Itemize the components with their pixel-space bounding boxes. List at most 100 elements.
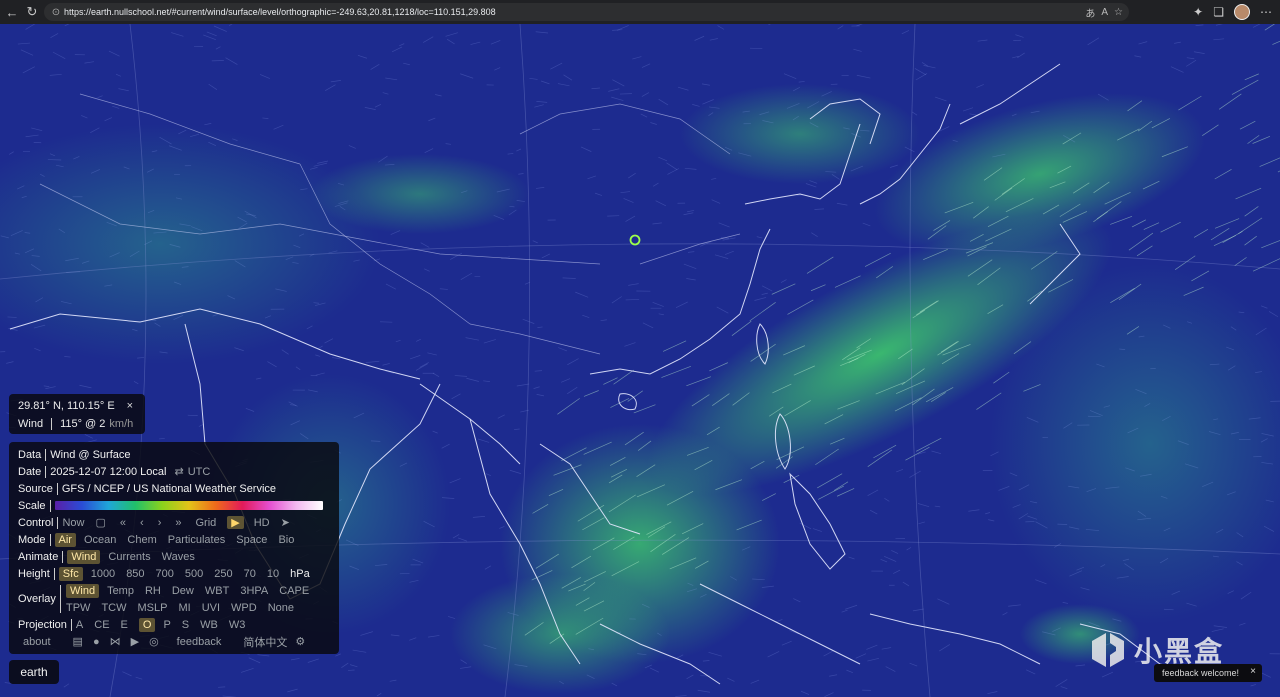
height-option-70[interactable]: 70 (244, 568, 256, 580)
url-text[interactable]: https://earth.nullschool.net/#current/wi… (64, 7, 496, 17)
overlay-option-uvi[interactable]: UVI (202, 602, 220, 614)
toggle-utc-icon[interactable]: ⇄ (174, 465, 183, 478)
overlay-option-3hpa[interactable]: 3HPA (240, 585, 268, 597)
earth-menu-button[interactable]: earth (9, 660, 59, 684)
control-label: Control (18, 516, 54, 529)
grid-button[interactable]: Grid (195, 517, 216, 529)
date-label: Date (18, 465, 42, 478)
overlay-option-tpw[interactable]: TPW (66, 602, 90, 614)
overlay-option-none[interactable]: None (268, 602, 294, 614)
divider (49, 499, 51, 512)
mode-label: Mode (18, 533, 46, 546)
mode-option-bio[interactable]: Bio (278, 534, 294, 546)
divider (45, 448, 47, 461)
projection-option-o[interactable]: O (138, 617, 156, 632)
divider (62, 550, 64, 563)
feedback-toast[interactable]: feedback welcome! × (1154, 664, 1262, 682)
projection-label: Projection (18, 618, 67, 631)
divider (59, 584, 61, 613)
height-option-250[interactable]: 250 (214, 568, 232, 580)
feedback-toast-text[interactable]: feedback welcome! (1162, 668, 1239, 678)
hd-button[interactable]: HD (254, 517, 270, 529)
collections-icon[interactable]: ❏ (1213, 5, 1224, 19)
divider (56, 482, 58, 495)
projection-option-e[interactable]: E (121, 619, 128, 631)
back-step-icon[interactable]: ‹ (140, 517, 144, 529)
mode-option-space[interactable]: Space (236, 534, 267, 546)
facebook-icon[interactable]: ● (93, 636, 100, 648)
projection-option-w3[interactable]: W3 (229, 619, 246, 631)
overlay-option-mi[interactable]: MI (178, 602, 190, 614)
browser-toolbar: ← ↻ ⊙ https://earth.nullschool.net/#curr… (0, 0, 1280, 24)
bluesky-icon[interactable]: ⋈ (110, 635, 121, 648)
mode-option-chem[interactable]: Chem (127, 534, 156, 546)
close-location-icon[interactable]: × (127, 400, 133, 412)
news-icon[interactable]: ▤ (73, 635, 83, 648)
projection-option-p[interactable]: P (163, 619, 170, 631)
language-link[interactable]: 简体中文 (243, 634, 287, 650)
xiaoheihe-logo-icon (1092, 633, 1124, 667)
overlay-option-cape[interactable]: CAPE (279, 585, 309, 597)
close-toast-icon[interactable]: × (1250, 666, 1256, 677)
feedback-link[interactable]: feedback (177, 636, 222, 648)
height-option-10[interactable]: 10 (267, 568, 279, 580)
projection-option-s[interactable]: S (182, 619, 189, 631)
date-value: 2025-12-07 12:00 Local (50, 465, 167, 478)
favorite-star-icon[interactable]: ☆ (1114, 7, 1123, 18)
refresh-icon[interactable]: ↻ (22, 0, 42, 24)
scale-label: Scale (18, 499, 46, 512)
now-button[interactable]: Now (62, 517, 84, 529)
divider (57, 516, 59, 529)
projection-option-wb[interactable]: WB (200, 619, 218, 631)
address-bar[interactable]: ⊙ https://earth.nullschool.net/#current/… (44, 3, 1129, 21)
mode-option-air[interactable]: Air (54, 532, 76, 547)
mode-option-ocean[interactable]: Ocean (84, 534, 116, 546)
animate-option-currents[interactable]: Currents (108, 551, 150, 563)
projection-option-ce[interactable]: CE (94, 619, 109, 631)
animate-option-wind[interactable]: Wind (67, 549, 101, 564)
forward-day-icon[interactable]: » (175, 517, 181, 529)
calendar-icon[interactable]: ▢ (95, 516, 105, 529)
overlay-option-dew[interactable]: Dew (172, 585, 194, 597)
overlay-option-rh[interactable]: RH (145, 585, 161, 597)
more-menu-icon[interactable]: ⋯ (1260, 5, 1272, 19)
height-unit: hPa (290, 567, 310, 580)
location-info-panel: 29.81° N, 110.15° E × Wind 115° @ 2 km/h (9, 394, 145, 434)
height-option-700[interactable]: 700 (156, 568, 174, 580)
instagram-icon[interactable]: ◎ (149, 635, 159, 648)
data-label: Data (18, 448, 42, 461)
animate-option-waves[interactable]: Waves (162, 551, 195, 563)
animate-label: Animate (18, 550, 59, 563)
height-option-sfc[interactable]: Sfc (58, 566, 83, 581)
youtube-icon[interactable]: ▶ (131, 635, 139, 648)
site-info-icon[interactable]: ⊙ (48, 7, 64, 18)
read-aloud-icon[interactable]: A (1101, 7, 1108, 18)
divider (51, 418, 53, 430)
overlay-option-temp[interactable]: Temp (107, 585, 134, 597)
profile-avatar[interactable] (1234, 4, 1250, 20)
back-day-icon[interactable]: « (120, 517, 126, 529)
divider (49, 533, 51, 546)
overlay-option-tcw[interactable]: TCW (101, 602, 126, 614)
utc-toggle[interactable]: UTC (188, 466, 211, 478)
about-link[interactable]: about (23, 636, 51, 648)
extensions-icon[interactable]: ✦ (1193, 5, 1203, 19)
overlay-option-mslp[interactable]: MSLP (138, 602, 168, 614)
height-option-500[interactable]: 500 (185, 568, 203, 580)
wind-unit[interactable]: km/h (109, 418, 133, 430)
overlay-option-wbt[interactable]: WBT (205, 585, 229, 597)
translate-icon[interactable]: あ (1085, 5, 1095, 20)
locate-icon[interactable]: ➤ (281, 516, 290, 529)
play-icon[interactable]: ▶ (227, 516, 244, 529)
mode-option-particulates[interactable]: Particulates (168, 534, 225, 546)
back-arrow-icon[interactable]: ← (2, 0, 22, 24)
overlay-option-wpd[interactable]: WPD (231, 602, 257, 614)
settings-gear-icon[interactable]: ⚙ (295, 635, 305, 648)
color-scale-bar[interactable] (54, 501, 323, 510)
overlay-option-wind[interactable]: Wind (66, 583, 100, 598)
height-option-850[interactable]: 850 (126, 568, 144, 580)
forward-step-icon[interactable]: › (158, 517, 162, 529)
projection-option-a[interactable]: A (76, 619, 83, 631)
height-option-1000[interactable]: 1000 (91, 568, 115, 580)
divider (45, 465, 47, 478)
